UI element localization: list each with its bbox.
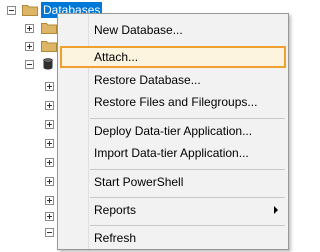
folder-icon [41,23,57,34]
menu-item-deploy-data-tier[interactable]: Deploy Data-tier Application... [60,120,286,142]
expand-icon[interactable] [45,101,54,110]
menu-item-label: Import Data-tier Application... [94,146,249,160]
menu-item-label: Attach... [94,50,139,64]
menu-item-label: Restore Database... [94,73,201,87]
expand-icon[interactable] [45,158,54,167]
collapse-icon[interactable] [25,60,34,69]
menu-item-reports[interactable]: Reports [60,199,286,221]
expand-icon[interactable] [25,42,34,51]
expand-icon[interactable] [25,24,34,33]
tree-node-child-folder[interactable] [0,20,60,36]
folder-icon [22,5,38,16]
expand-icon[interactable] [45,120,54,129]
menu-separator [90,225,285,226]
menu-separator [90,169,285,170]
collapse-icon[interactable] [45,228,54,237]
database-icon [43,58,53,70]
collapse-icon[interactable] [7,6,16,15]
menu-item-label: Start PowerShell [94,175,184,189]
menu-item-label: New Database... [94,23,183,37]
expand-icon[interactable] [45,139,54,148]
menu-item-new-database[interactable]: New Database... [60,19,286,41]
tree-node-child-folder[interactable] [0,38,60,54]
folder-icon [41,41,57,52]
menu-item-label: Deploy Data-tier Application... [94,124,253,138]
expand-icon[interactable] [45,177,54,186]
menu-item-start-powershell[interactable]: Start PowerShell [60,171,286,193]
menu-item-attach[interactable]: Attach... [60,46,286,68]
tree-node-database[interactable] [0,56,60,72]
expand-icon[interactable] [45,82,54,91]
menu-separator [90,197,285,198]
menu-item-restore-files-filegroups[interactable]: Restore Files and Filegroups... [60,91,286,113]
menu-item-import-data-tier[interactable]: Import Data-tier Application... [60,142,286,164]
menu-item-label: Restore Files and Filegroups... [94,95,258,109]
menu-separator [90,118,285,119]
expand-icon[interactable] [45,212,54,221]
menu-item-label: Refresh [94,231,137,245]
submenu-arrow-icon [274,206,278,214]
menu-item-restore-database[interactable]: Restore Database... [60,69,286,91]
databases-context-menu: New Database... Attach... Restore Databa… [57,13,289,250]
menu-item-refresh[interactable]: Refresh [60,227,286,249]
menu-item-label: Reports [94,203,137,217]
expand-icon[interactable] [45,196,54,205]
